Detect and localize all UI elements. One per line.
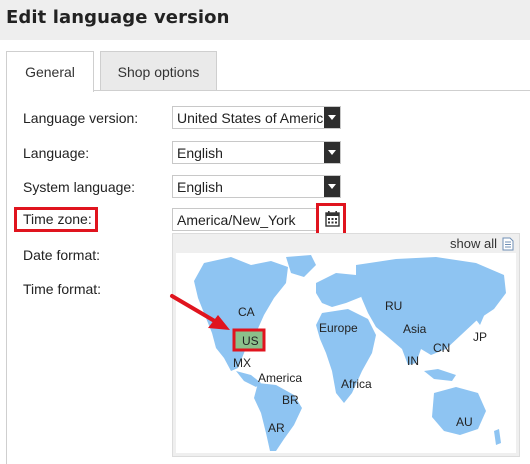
map-region-indonesia: [424, 369, 456, 381]
time-zone-label: Time zone:: [23, 211, 92, 227]
system-language-select[interactable]: English: [172, 175, 341, 198]
tab-shop-options[interactable]: Shop options: [100, 51, 217, 91]
map-label-europe[interactable]: Europe: [319, 321, 358, 335]
document-icon[interactable]: [502, 237, 514, 251]
page-title: Edit language version: [6, 7, 230, 28]
system-language-label: System language:: [23, 179, 136, 195]
date-format-label: Date format:: [23, 247, 101, 263]
map-label-mx[interactable]: MX: [233, 356, 251, 370]
title-bar: Edit language version: [0, 0, 530, 40]
map-label-ca[interactable]: CA: [238, 305, 255, 319]
map-label-us[interactable]: US: [242, 334, 259, 348]
map-label-asia[interactable]: Asia: [403, 322, 426, 336]
time-format-label: Time format:: [23, 281, 102, 297]
tab-divider: [94, 90, 530, 91]
show-all-link[interactable]: show all: [450, 236, 497, 251]
map-label-jp[interactable]: JP: [473, 330, 487, 344]
tab-general[interactable]: General: [6, 51, 94, 92]
chevron-down-icon[interactable]: [324, 107, 340, 128]
map-label-au[interactable]: AU: [456, 415, 473, 429]
panel-border: [6, 90, 7, 464]
language-value: English: [177, 145, 223, 161]
language-label: Language:: [23, 145, 90, 161]
chevron-down-icon[interactable]: [324, 176, 340, 197]
map-region-greenland: [286, 255, 316, 277]
map-label-ar[interactable]: AR: [268, 421, 285, 435]
map-label-cn[interactable]: CN: [433, 341, 450, 355]
map-label-america[interactable]: America: [258, 371, 302, 385]
map-label-br[interactable]: BR: [282, 393, 299, 407]
map-label-ru[interactable]: RU: [385, 299, 402, 313]
time-zone-input[interactable]: America/New_York: [172, 208, 317, 231]
time-zone-value: America/New_York: [177, 212, 296, 228]
map-label-africa[interactable]: Africa: [341, 377, 372, 391]
chevron-down-icon[interactable]: [324, 142, 340, 163]
language-select[interactable]: English: [172, 141, 341, 164]
map-label-in[interactable]: IN: [407, 354, 419, 368]
system-language-value: English: [177, 179, 223, 195]
language-version-label: Language version:: [23, 110, 139, 126]
language-version-select[interactable]: United States of America: [172, 106, 341, 129]
language-version-value: United States of America: [177, 110, 323, 126]
map-region-new-zealand: [494, 429, 501, 445]
red-arrow-annotation: [170, 294, 230, 330]
world-map[interactable]: CA US MX America BR AR Europe Africa RU …: [176, 253, 516, 453]
time-zone-picker-highlight: [316, 203, 346, 236]
time-zone-map-panel: show all CA US MX America BR AR Europe A…: [172, 233, 520, 457]
